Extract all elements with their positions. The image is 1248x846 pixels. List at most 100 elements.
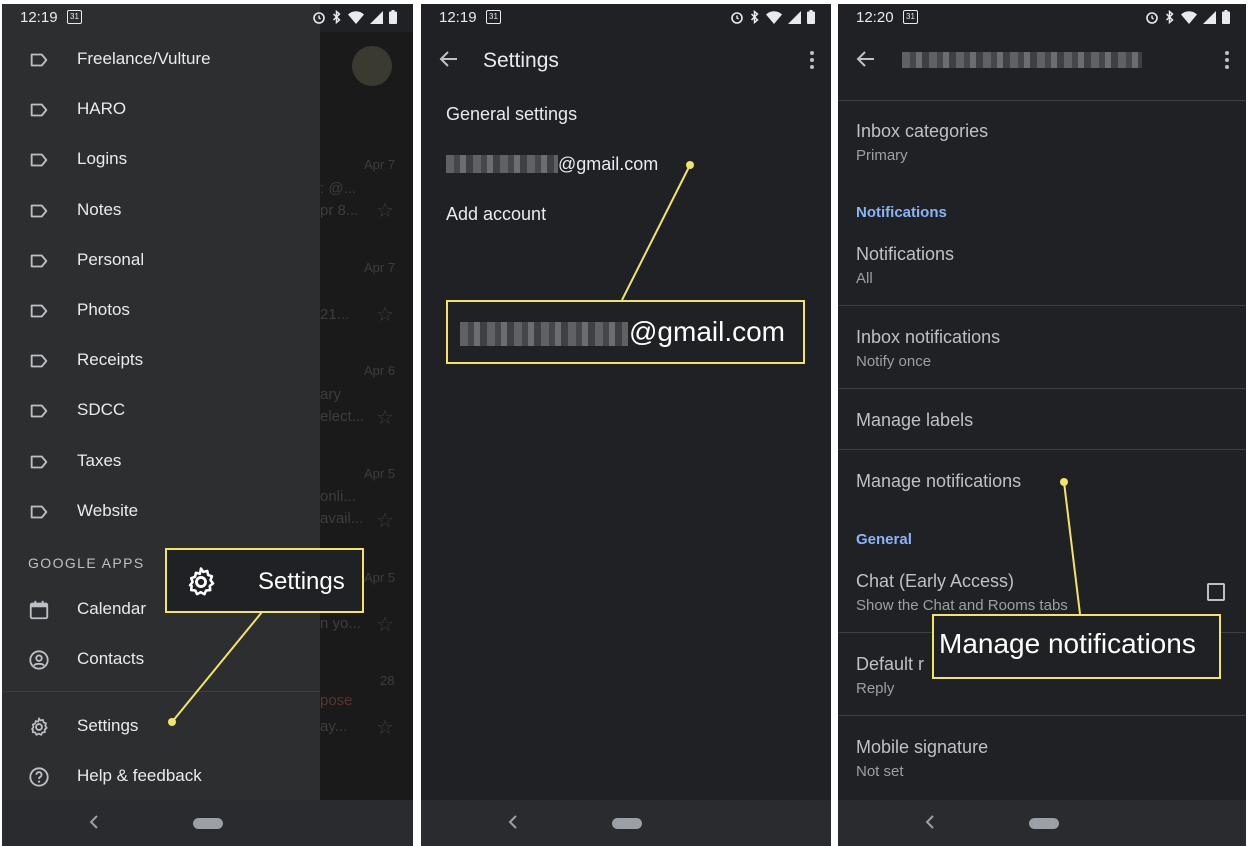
status-bar-right xyxy=(313,4,413,32)
account-item[interactable]: @gmail.com xyxy=(446,154,658,175)
label-icon xyxy=(30,53,48,67)
status-icons xyxy=(730,10,815,24)
callout-label: @gmail.com xyxy=(629,316,786,347)
drawer-item-receipts[interactable]: Receipts xyxy=(2,337,320,383)
row-subtitle: Not set xyxy=(856,763,904,780)
email-snippet: onli... xyxy=(320,488,356,505)
drawer-item-freelance-vulture[interactable]: Freelance/Vulture xyxy=(2,36,320,82)
label-icon xyxy=(30,254,48,268)
screen-navigation-drawer: Apr 7 : @... pr 8... ☆ Apr 7 21... ☆ Apr… xyxy=(2,4,413,846)
drawer-item-label: Contacts xyxy=(77,649,145,668)
calendar-notification-icon: 31 xyxy=(486,10,501,24)
callout-settings: Settings xyxy=(165,548,364,613)
drawer-item-label: Freelance/Vulture xyxy=(77,49,211,68)
more-vert-icon[interactable] xyxy=(809,50,815,70)
status-time: 12:19 xyxy=(20,9,58,26)
alarm-icon xyxy=(731,12,743,24)
calendar-notification-icon: 31 xyxy=(903,10,918,24)
drawer-item-label: SDCC xyxy=(77,400,126,420)
row-title: Inbox notifications xyxy=(856,327,1001,347)
wifi-icon xyxy=(766,10,782,24)
email-snippet: : @... xyxy=(320,180,357,197)
star-icon: ☆ xyxy=(376,304,394,326)
drawer-item-website[interactable]: Website xyxy=(2,488,320,534)
add-account-item[interactable]: Add account xyxy=(446,204,546,225)
signal-icon xyxy=(788,10,801,24)
manage-notifications-row[interactable]: Manage notifications xyxy=(856,471,1021,492)
label-icon xyxy=(30,304,48,318)
drawer-item-contacts[interactable]: Contacts xyxy=(2,636,320,682)
alarm-icon xyxy=(1146,12,1158,24)
email-snippet: n yo... xyxy=(320,615,361,632)
callout-label: Manage notifications xyxy=(939,628,1196,659)
navigation-drawer: 12:19 31 Freelance/Vulture HARO Logins Note… xyxy=(2,4,320,800)
star-icon: ☆ xyxy=(376,717,394,739)
back-arrow-icon[interactable] xyxy=(856,49,876,69)
back-nav-icon[interactable] xyxy=(507,814,519,830)
status-bar: 12:20 31 xyxy=(838,4,1246,32)
star-icon: ☆ xyxy=(376,510,394,532)
drawer-item-logins[interactable]: Logins xyxy=(2,136,320,182)
calendar-notification-icon: 31 xyxy=(67,10,82,24)
label-icon xyxy=(30,153,48,167)
drawer-item-personal[interactable]: Personal xyxy=(2,237,320,283)
drawer-item-taxes[interactable]: Taxes xyxy=(2,438,320,484)
star-icon: ☆ xyxy=(376,614,394,636)
drawer-item-label: HARO xyxy=(77,99,127,119)
general-settings-item[interactable]: General settings xyxy=(446,104,577,125)
back-arrow-icon[interactable] xyxy=(439,49,459,69)
label-icon xyxy=(30,354,48,368)
drawer-item-label: Personal xyxy=(77,249,145,269)
system-nav-bar xyxy=(838,800,1246,846)
chat-checkbox[interactable] xyxy=(1207,583,1225,601)
drawer-item-help-feedback[interactable]: Help & feedback xyxy=(2,753,320,799)
callout-dot xyxy=(686,161,694,169)
drawer-item-label: Website xyxy=(77,500,139,520)
label-icon xyxy=(30,505,48,519)
battery-icon xyxy=(1222,10,1230,24)
redacted-email xyxy=(460,322,628,346)
drawer-item-label: Taxes xyxy=(77,450,122,470)
screen-account-settings: 12:20 31 Inbox categories Primary Notifi… xyxy=(838,4,1246,846)
back-nav-icon[interactable] xyxy=(924,814,936,830)
divider xyxy=(838,388,1246,389)
home-pill[interactable] xyxy=(1029,818,1059,829)
email-date: Apr 5 xyxy=(364,570,396,585)
signal-icon xyxy=(370,10,383,24)
help-icon xyxy=(29,767,49,787)
status-bar: 12:19 31 xyxy=(2,4,320,32)
row-title: Chat (Early Access) xyxy=(856,571,1015,591)
divider xyxy=(2,691,320,692)
signal-icon xyxy=(1203,10,1216,24)
manage-labels-row[interactable]: Manage labels xyxy=(856,410,973,431)
row-subtitle: Notify once xyxy=(856,353,932,370)
drawer-item-sdcc[interactable]: SDCC xyxy=(2,387,320,433)
contacts-icon xyxy=(29,650,49,670)
top-app-bar: Settings xyxy=(421,32,831,88)
home-pill[interactable] xyxy=(193,818,223,829)
row-title: Mobile signature xyxy=(856,737,989,757)
callout-dot xyxy=(168,718,176,726)
drawer-item-label: Photos xyxy=(77,300,130,319)
email-date: Apr 5 xyxy=(364,466,396,481)
drawer-item-label: Settings xyxy=(77,716,139,735)
inbox-scrim[interactable]: Apr 7 : @... pr 8... ☆ Apr 7 21... ☆ Apr… xyxy=(320,32,413,800)
gear-icon xyxy=(31,717,48,736)
back-nav-icon[interactable] xyxy=(88,814,100,830)
calendar-icon xyxy=(29,600,49,620)
drawer-item-notes[interactable]: Notes xyxy=(2,187,320,233)
email-snippet: ay... xyxy=(320,718,348,735)
status-icons xyxy=(1145,10,1230,24)
drawer-item-photos[interactable]: Photos xyxy=(2,287,320,333)
gear-icon xyxy=(188,567,215,596)
email-date: Apr 7 xyxy=(364,157,396,172)
home-pill[interactable] xyxy=(612,818,642,829)
drawer-item-haro[interactable]: HARO xyxy=(2,86,320,132)
drawer-item-settings[interactable]: Settings xyxy=(2,703,320,749)
status-time: 12:19 xyxy=(439,9,477,26)
email-date: Apr 7 xyxy=(364,260,396,275)
account-email-suffix: @gmail.com xyxy=(558,154,659,174)
row-subtitle: Reply xyxy=(856,680,895,697)
wifi-icon xyxy=(1181,10,1197,24)
more-vert-icon[interactable] xyxy=(1224,50,1230,70)
